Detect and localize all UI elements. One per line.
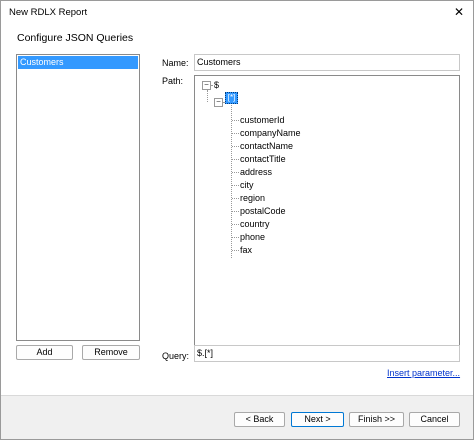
wizard-window: New RDLX Report ✕ Configure JSON Queries… <box>0 0 474 440</box>
wizard-footer: < Back Next > Finish >> Cancel <box>1 395 473 439</box>
query-field[interactable]: $.[*] <box>194 345 460 362</box>
path-label: Path: <box>162 76 184 86</box>
name-label: Name: <box>162 58 189 68</box>
tree-field[interactable]: country <box>240 219 270 230</box>
window-title: New RDLX Report <box>9 7 88 18</box>
tree-array-node[interactable]: [*] <box>225 92 238 104</box>
tree-field[interactable]: address <box>240 167 272 178</box>
tree-connector <box>232 237 239 238</box>
remove-button[interactable]: Remove <box>82 345 140 360</box>
page-heading: Configure JSON Queries <box>17 32 134 44</box>
wizard-content: Configure JSON Queries Customers Add Rem… <box>1 23 473 395</box>
add-button[interactable]: Add <box>16 345 73 360</box>
tree-connector <box>232 133 239 134</box>
tree-field[interactable]: companyName <box>240 128 301 139</box>
tree-connector <box>207 90 208 102</box>
name-field[interactable]: Customers <box>194 54 460 71</box>
tree-connector <box>231 105 232 258</box>
tree-field[interactable]: contactTitle <box>240 154 286 165</box>
tree-field[interactable]: postalCode <box>240 206 286 217</box>
tree-field[interactable]: region <box>240 193 265 204</box>
title-bar: New RDLX Report ✕ <box>1 1 473 23</box>
tree-connector <box>232 198 239 199</box>
query-label: Query: <box>162 351 190 361</box>
tree-connector <box>232 146 239 147</box>
tree-connector <box>232 211 239 212</box>
tree-field[interactable]: phone <box>240 232 265 243</box>
path-tree[interactable]: − $ − [*] customerId companyName contact… <box>194 75 460 361</box>
finish-button[interactable]: Finish >> <box>349 412 404 427</box>
tree-connector <box>232 120 239 121</box>
tree-field[interactable]: city <box>240 180 254 191</box>
tree-field[interactable]: contactName <box>240 141 293 152</box>
tree-connector <box>232 224 239 225</box>
collapse-icon[interactable]: − <box>214 98 223 107</box>
collapse-icon[interactable]: − <box>202 81 211 90</box>
tree-connector <box>232 159 239 160</box>
close-icon[interactable]: ✕ <box>449 3 469 21</box>
tree-field[interactable]: fax <box>240 245 252 256</box>
tree-connector <box>232 250 239 251</box>
query-list-item[interactable]: Customers <box>18 56 138 69</box>
back-button[interactable]: < Back <box>234 412 285 427</box>
next-button[interactable]: Next > <box>291 412 344 427</box>
queries-list[interactable]: Customers <box>16 54 140 341</box>
insert-parameter-link[interactable]: Insert parameter... <box>387 368 460 378</box>
tree-connector <box>232 172 239 173</box>
tree-field[interactable]: customerId <box>240 115 285 126</box>
cancel-button[interactable]: Cancel <box>409 412 460 427</box>
tree-root[interactable]: $ <box>214 80 219 91</box>
tree-connector <box>232 185 239 186</box>
